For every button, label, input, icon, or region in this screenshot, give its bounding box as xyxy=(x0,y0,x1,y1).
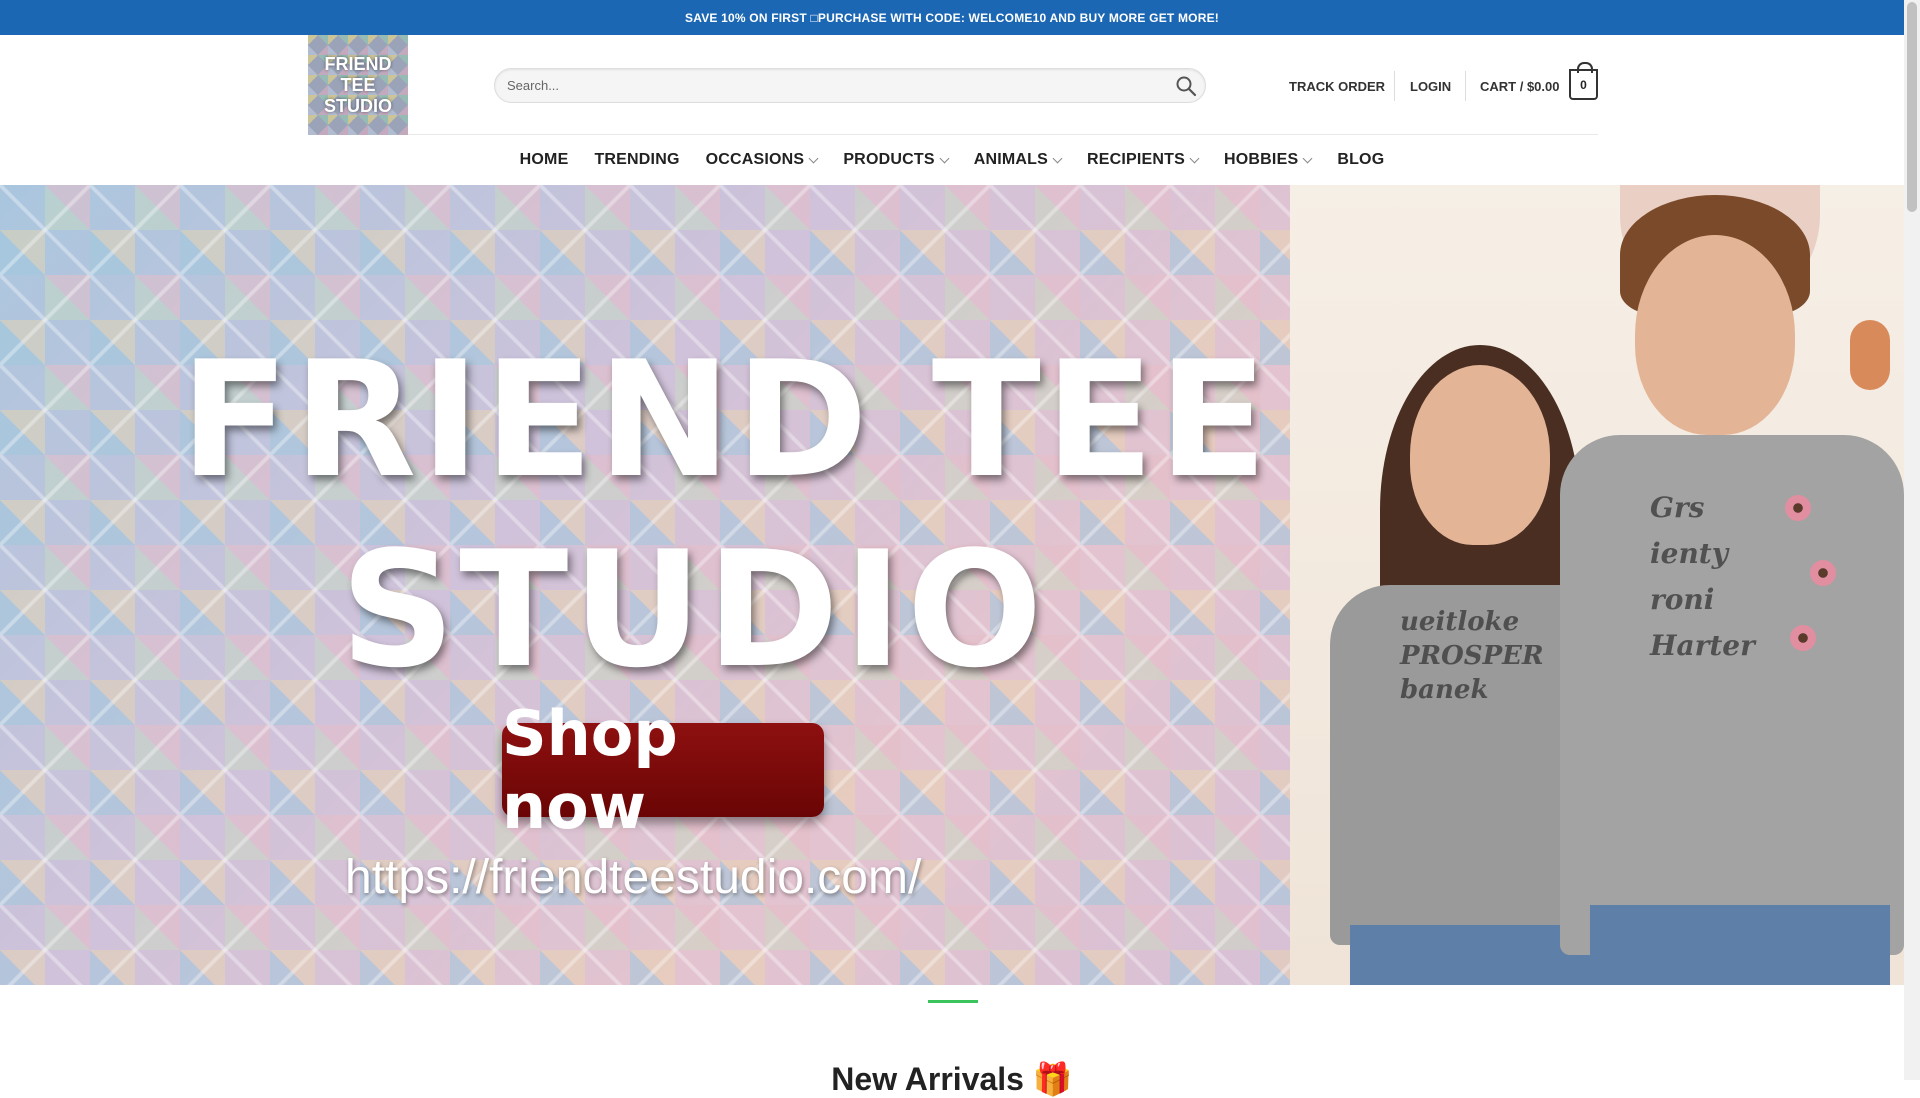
search-input[interactable] xyxy=(507,69,1147,102)
chevron-down-icon xyxy=(1302,153,1313,163)
promo-text: SAVE 10% ON FIRST □PURCHASE WITH CODE: W… xyxy=(685,10,1219,25)
flower-print xyxy=(1785,495,1811,521)
chevron-down-icon xyxy=(939,153,950,163)
main-nav: HOME TRENDING OCCASIONS PRODUCTS ANIMALS… xyxy=(0,140,1904,180)
page-scrollbar[interactable] xyxy=(1904,0,1920,1080)
shirt-print-left: ueitloke PROSPER banek xyxy=(1400,607,1544,705)
hero-models-image: ueitloke PROSPER banek Grs ienty roni Ha… xyxy=(1290,185,1904,985)
nav-item-animals[interactable]: ANIMALS xyxy=(974,151,1063,169)
chevron-down-icon xyxy=(808,153,819,163)
nav-item-occasions[interactable]: OCCASIONS xyxy=(706,151,819,169)
hero-url: https://friendteestudio.com/ xyxy=(345,851,922,904)
model-jeans xyxy=(1590,905,1890,985)
flower-print xyxy=(1810,560,1836,586)
section-divider xyxy=(928,1000,978,1003)
nav-item-blog[interactable]: BLOG xyxy=(1337,151,1384,169)
nav-item-recipients[interactable]: RECIPIENTS xyxy=(1087,151,1200,169)
divider xyxy=(1465,71,1466,101)
nav-item-products[interactable]: PRODUCTS xyxy=(843,151,950,169)
promo-bar: SAVE 10% ON FIRST □PURCHASE WITH CODE: W… xyxy=(0,0,1904,35)
section-title: New Arrivals 🎁 xyxy=(831,1061,1073,1097)
model-face xyxy=(1635,235,1795,435)
logo-line-3: STUDIO xyxy=(323,95,392,116)
nav-item-home[interactable]: HOME xyxy=(520,151,569,169)
nav-item-trending[interactable]: TRENDING xyxy=(594,151,679,169)
decor-shape xyxy=(1850,320,1890,390)
logo-line-2: TEE xyxy=(340,74,376,95)
chevron-down-icon xyxy=(1189,153,1200,163)
search-box xyxy=(494,68,1206,103)
shirt-print-right: Grs ienty roni Harter xyxy=(1650,491,1755,662)
logo-line-1: FRIEND xyxy=(324,53,392,74)
site-header: FRIEND TEE STUDIO TRACK ORDER LOGIN CART… xyxy=(0,35,1904,135)
cart-count: 0 xyxy=(1580,77,1587,92)
hero-title-line-1: FRIEND TEE xyxy=(180,326,1272,513)
track-order-link[interactable]: TRACK ORDER xyxy=(1289,70,1385,103)
login-link[interactable]: LOGIN xyxy=(1410,70,1451,103)
flower-print xyxy=(1790,625,1816,651)
site-logo[interactable]: FRIEND TEE STUDIO xyxy=(308,35,408,135)
hero-title-line-2: STUDIO xyxy=(340,516,1047,703)
divider xyxy=(408,134,1598,135)
hero-banner[interactable]: FRIEND TEE STUDIO Shop now https://frien… xyxy=(0,185,1904,985)
chevron-down-icon xyxy=(1052,153,1063,163)
scrollbar-thumb[interactable] xyxy=(1907,2,1917,212)
model-face xyxy=(1410,365,1550,545)
shop-now-button[interactable]: Shop now xyxy=(502,697,824,843)
nav-item-hobbies[interactable]: HOBBIES xyxy=(1224,151,1313,169)
search-icon[interactable] xyxy=(1175,75,1197,97)
cart-link[interactable]: CART / $0.00 xyxy=(1480,70,1559,103)
divider xyxy=(1394,71,1395,101)
cart-bag-icon[interactable]: 0 xyxy=(1569,62,1598,100)
